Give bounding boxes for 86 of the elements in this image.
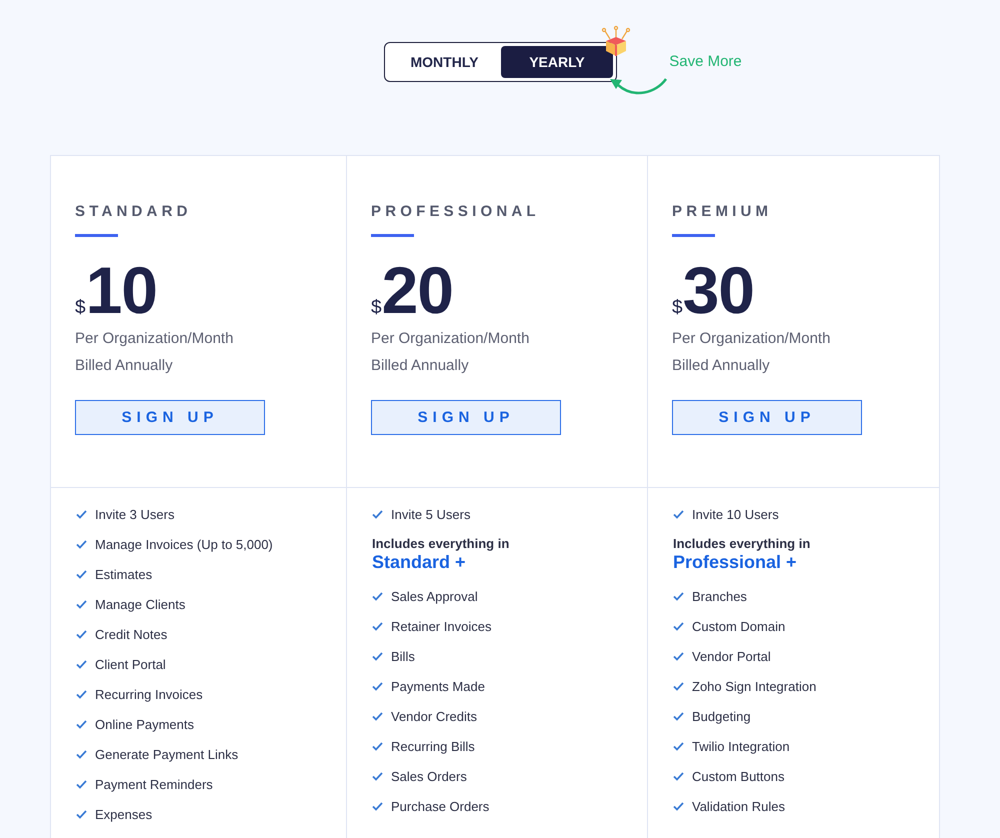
check-icon bbox=[76, 750, 87, 758]
check-icon bbox=[76, 600, 87, 608]
price-period: Per Organization/Month bbox=[672, 330, 832, 347]
check-icon bbox=[372, 772, 383, 780]
check-icon bbox=[76, 810, 87, 818]
feature-text: Manage Invoices (Up to 5,000) bbox=[95, 536, 273, 552]
feature-text: Vendor Credits bbox=[391, 708, 477, 724]
check-icon bbox=[372, 802, 383, 810]
feature-text: Vendor Portal bbox=[692, 648, 771, 664]
check-icon bbox=[673, 742, 684, 750]
feature-text: Sales Orders bbox=[391, 768, 467, 784]
check-icon bbox=[673, 510, 684, 518]
billing-tab[interactable]: MONTHLY bbox=[388, 46, 501, 78]
check-icon bbox=[76, 630, 87, 638]
price-period: Per Organization/Month bbox=[371, 330, 530, 347]
feature-text: Invite 3 Users bbox=[95, 506, 174, 522]
sign-up-button[interactable]: SIGN UP bbox=[75, 400, 265, 435]
feature-text: Retainer Invoices bbox=[391, 618, 492, 634]
plan-link[interactable]: Professional + bbox=[673, 552, 797, 573]
plan-price: 10 bbox=[86, 259, 157, 321]
plan-name: STANDARD bbox=[75, 203, 193, 220]
check-icon bbox=[673, 592, 684, 600]
check-icon bbox=[372, 622, 383, 630]
plan-name: PROFESSIONAL bbox=[371, 203, 541, 220]
check-icon bbox=[372, 592, 383, 600]
check-icon bbox=[673, 712, 684, 720]
check-icon bbox=[673, 622, 684, 630]
sign-up-button[interactable]: SIGN UP bbox=[371, 400, 561, 435]
check-icon bbox=[372, 652, 383, 660]
currency-symbol: $ bbox=[672, 298, 683, 317]
check-icon bbox=[76, 570, 87, 578]
billing-note: Billed Annually bbox=[371, 357, 470, 374]
check-icon bbox=[76, 780, 87, 788]
check-icon bbox=[76, 660, 87, 668]
check-icon bbox=[76, 510, 87, 518]
feature-text: Recurring Invoices bbox=[95, 686, 203, 702]
feature-text: Bills bbox=[391, 648, 415, 664]
plan-price: 30 bbox=[682, 259, 754, 321]
feature-text: Estimates bbox=[95, 566, 152, 582]
save-more-label: Save More bbox=[669, 53, 742, 70]
check-icon bbox=[372, 682, 383, 690]
currency-symbol: $ bbox=[371, 298, 382, 317]
feature-text: Generate Payment Links bbox=[95, 746, 238, 762]
check-icon bbox=[76, 690, 87, 698]
feature-text: Zoho Sign Integration bbox=[692, 678, 816, 694]
check-icon bbox=[372, 712, 383, 720]
plan-price: 20 bbox=[382, 259, 453, 321]
feature-text: Custom Buttons bbox=[692, 768, 784, 784]
check-icon bbox=[673, 802, 684, 810]
accent-bar bbox=[75, 234, 118, 237]
feature-text: Expenses bbox=[95, 806, 152, 822]
feature-text: Invite 5 Users bbox=[391, 506, 470, 522]
feature-text: Sales Approval bbox=[391, 588, 478, 604]
accent-bar bbox=[371, 234, 414, 237]
feature-text: Custom Domain bbox=[692, 618, 786, 634]
price-period: Per Organization/Month bbox=[75, 330, 234, 347]
feature-text: Purchase Orders bbox=[391, 798, 490, 814]
sign-up-button[interactable]: SIGN UP bbox=[672, 400, 862, 435]
check-icon bbox=[673, 652, 684, 660]
check-icon bbox=[372, 510, 383, 518]
feature-text: Branches bbox=[692, 588, 747, 604]
feature-text: Recurring Bills bbox=[391, 738, 475, 754]
feature-text: Validation Rules bbox=[692, 798, 785, 814]
currency-symbol: $ bbox=[75, 298, 86, 317]
plan-name: PREMIUM bbox=[672, 203, 774, 220]
includes-label: Includes everything in bbox=[673, 536, 812, 551]
accent-bar bbox=[672, 234, 715, 237]
feature-text: Credit Notes bbox=[95, 626, 168, 642]
feature-text: Twilio Integration bbox=[692, 738, 790, 754]
feature-text: Invite 10 Users bbox=[692, 506, 779, 522]
feature-text: Payments Made bbox=[391, 678, 485, 694]
billing-tab[interactable]: YEARLY bbox=[500, 46, 614, 78]
check-icon bbox=[673, 772, 684, 780]
billing-note: Billed Annually bbox=[75, 357, 174, 374]
feature-text: Client Portal bbox=[95, 656, 166, 672]
check-icon bbox=[673, 682, 684, 690]
feature-text: Online Payments bbox=[95, 716, 194, 732]
includes-label: Includes everything in bbox=[372, 536, 510, 551]
feature-text: Payment Reminders bbox=[95, 776, 213, 792]
feature-text: Budgeting bbox=[692, 708, 751, 724]
check-icon bbox=[76, 540, 87, 548]
check-icon bbox=[372, 742, 383, 750]
plan-link[interactable]: Standard + bbox=[372, 552, 466, 573]
billing-note: Billed Annually bbox=[672, 357, 771, 374]
feature-text: Manage Clients bbox=[95, 596, 186, 612]
check-icon bbox=[76, 720, 87, 728]
